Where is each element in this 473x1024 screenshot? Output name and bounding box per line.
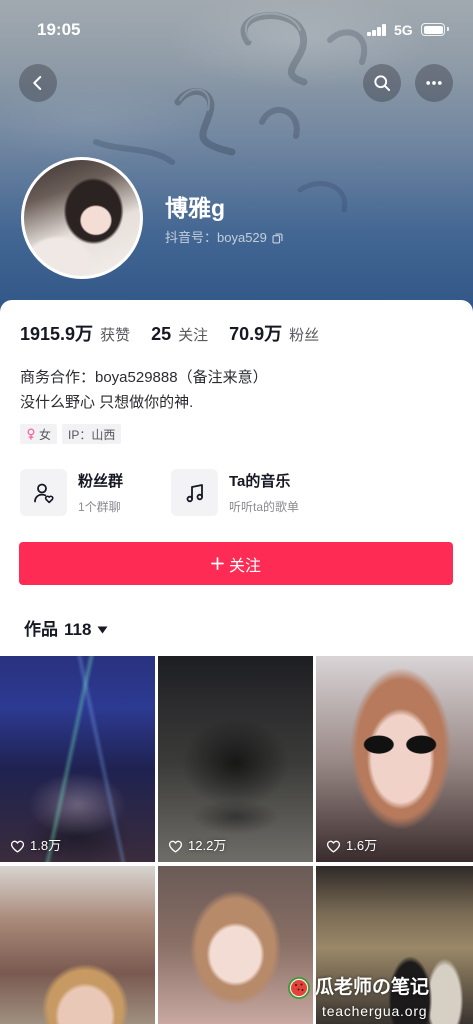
video-likes: 1.6万 bbox=[326, 838, 377, 854]
signal-bars-icon bbox=[367, 24, 387, 36]
video-thumbnail[interactable]: 1.8万 bbox=[0, 656, 155, 862]
stat-value: 25 bbox=[151, 324, 172, 344]
back-button[interactable] bbox=[19, 64, 57, 102]
video-likes: 12.2万 bbox=[168, 838, 226, 854]
gender-text: 女 bbox=[39, 427, 52, 442]
stat-value: 1915.9万 bbox=[20, 324, 94, 344]
fan-group-icon-box bbox=[20, 469, 67, 516]
battery-icon bbox=[421, 23, 449, 36]
video-thumbnail[interactable] bbox=[316, 866, 473, 1024]
stat-followers[interactable]: 70.9万 粉丝 bbox=[229, 320, 319, 346]
search-button[interactable] bbox=[363, 64, 401, 102]
fan-group-subtitle: 1个群聊 bbox=[78, 500, 121, 514]
status-time: 19:05 bbox=[37, 20, 81, 39]
more-horizontal-icon bbox=[426, 81, 442, 85]
watermark-url: teachergua.org bbox=[322, 1003, 428, 1019]
fan-group-icon bbox=[33, 483, 53, 503]
chevron-left-icon bbox=[33, 76, 42, 90]
stat-value: 70.9万 bbox=[229, 324, 283, 344]
avatar[interactable] bbox=[21, 157, 143, 279]
watermark: 瓜老师の笔记 bbox=[287, 976, 429, 1000]
music-note-icon bbox=[186, 483, 203, 502]
ip-location-tag: IP：山西 bbox=[62, 424, 122, 444]
more-button[interactable] bbox=[415, 64, 453, 102]
video-thumbnail[interactable]: 12.2万 bbox=[158, 656, 313, 862]
ip-location-text: IP：山西 bbox=[68, 427, 116, 442]
douyin-id-text: 抖音号：boya529 bbox=[165, 230, 267, 245]
video-thumbnail[interactable] bbox=[0, 866, 155, 1024]
video-likes: 1.8万 bbox=[10, 838, 61, 854]
video-likes-count: 1.8万 bbox=[30, 838, 62, 853]
follow-button[interactable]: 关注 bbox=[19, 542, 453, 585]
gender-tag: 女 bbox=[20, 424, 58, 444]
video-thumbnail[interactable] bbox=[158, 866, 313, 1024]
works-label: 作品 bbox=[24, 620, 58, 639]
follow-button-label: 关注 bbox=[228, 557, 261, 575]
music-icon-box bbox=[171, 469, 218, 516]
copy-icon[interactable] bbox=[271, 232, 284, 245]
heart-outline-icon bbox=[326, 840, 341, 852]
stat-following[interactable]: 25 关注 bbox=[151, 324, 208, 345]
video-thumbnail[interactable]: 1.6万 bbox=[316, 656, 473, 862]
music-entry[interactable]: Ta的音乐 听听ta的歌单 bbox=[171, 469, 299, 516]
profile-tags: 女 IP：山西 bbox=[20, 424, 122, 444]
caret-down-icon[interactable] bbox=[97, 626, 108, 634]
stat-label: 关注 bbox=[178, 327, 209, 344]
stat-label: 粉丝 bbox=[289, 327, 320, 344]
profile-name: 博雅g bbox=[165, 195, 226, 221]
fan-group-title: 粉丝群 bbox=[78, 473, 124, 490]
watermark-title: 瓜老师の笔记 bbox=[315, 977, 430, 998]
profile-page: 19:05 5G 博雅g 抖音号：boya529 1915.9万 获赞 25 关… bbox=[0, 0, 473, 1024]
stat-label: 获赞 bbox=[100, 327, 131, 344]
heart-outline-icon bbox=[168, 840, 183, 852]
works-count: 118 bbox=[64, 620, 92, 639]
video-likes-count: 12.2万 bbox=[188, 838, 227, 853]
bio-business-line: 商务合作：boya529888（备注来意） bbox=[20, 369, 268, 386]
stat-likes[interactable]: 1915.9万 获赞 bbox=[20, 320, 130, 346]
plus-icon bbox=[211, 557, 224, 570]
search-icon bbox=[374, 75, 391, 92]
video-grid: 1.8万 12.2万 1.6万 bbox=[0, 656, 473, 1024]
female-icon bbox=[27, 428, 35, 440]
heart-outline-icon bbox=[10, 840, 25, 852]
bio-signature-line: 没什么野心 只想做你的神. bbox=[20, 394, 194, 411]
douyin-id[interactable]: 抖音号：boya529 bbox=[165, 229, 284, 247]
stats-row: 1915.9万 获赞 25 关注 70.9万 粉丝 bbox=[20, 320, 340, 344]
network-type: 5G bbox=[394, 22, 413, 38]
watermelon-icon bbox=[288, 977, 310, 999]
fan-group-entry[interactable]: 粉丝群 1个群聊 bbox=[20, 469, 123, 516]
works-tab[interactable]: 作品 118 bbox=[24, 619, 108, 641]
music-subtitle: 听听ta的歌单 bbox=[229, 500, 300, 514]
video-likes-count: 1.6万 bbox=[346, 838, 378, 853]
music-title: Ta的音乐 bbox=[229, 473, 291, 490]
